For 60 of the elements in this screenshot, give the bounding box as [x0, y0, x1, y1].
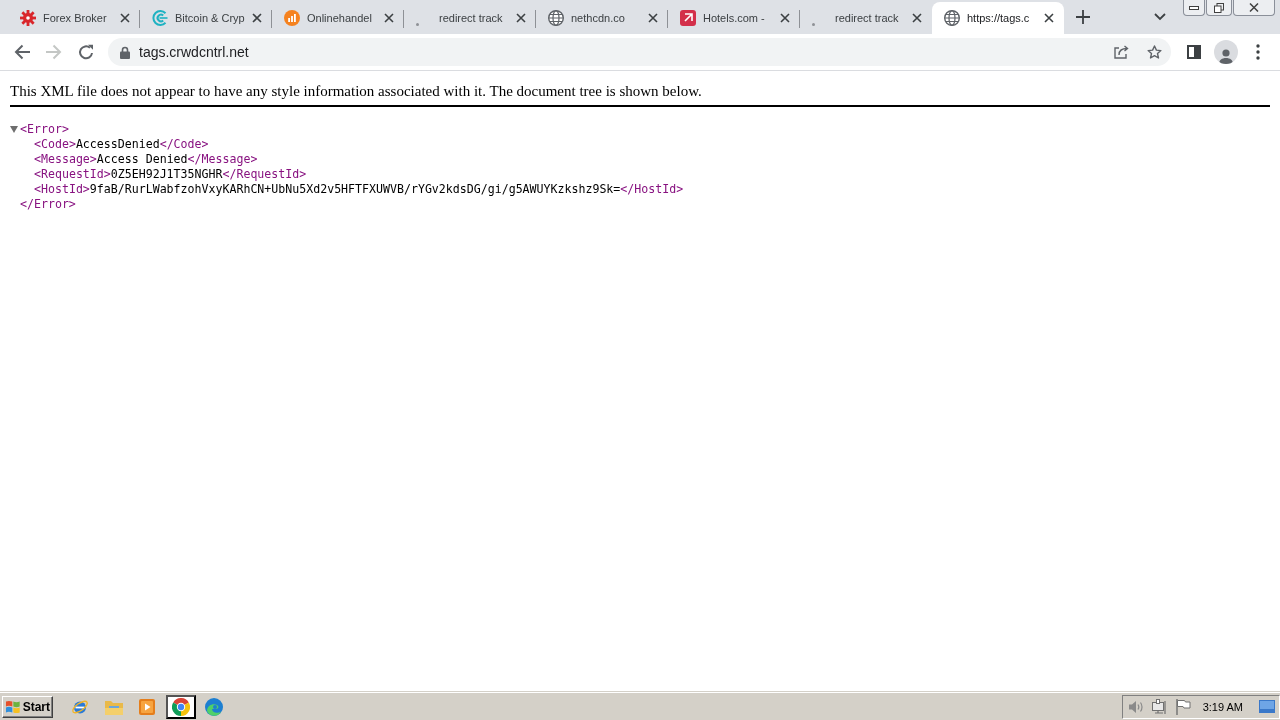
close-icon[interactable] [780, 13, 790, 23]
globe-icon [944, 10, 960, 26]
globe-icon [548, 10, 564, 26]
close-icon[interactable] [648, 13, 658, 23]
plus-icon[interactable] [1076, 10, 1090, 24]
close-icon[interactable] [516, 13, 526, 23]
network-icon[interactable] [1151, 698, 1168, 715]
browser-tab[interactable]: redirect track [800, 2, 932, 34]
xml-element-line: <Code>AccessDenied</Code> [34, 137, 209, 152]
xml-tag: </Error> [20, 197, 76, 212]
play-icon [139, 698, 155, 715]
arc-logo-icon [152, 10, 168, 26]
browser-tab[interactable]: https://tags.c [932, 2, 1064, 34]
browser-tab[interactable]: Onlinehandel [272, 2, 404, 34]
color-wheel-icon [171, 697, 190, 716]
side-panel-icon[interactable] [1187, 45, 1201, 59]
start-button[interactable]: Start [2, 695, 53, 718]
flag-logo-icon [5, 699, 21, 714]
browser-tab[interactable]: nethcdn.co [536, 2, 668, 34]
xml-element-line: <HostId>9faB/RurLWabfzohVxyKARhCN+UbNu5Xd2v5HFTFXUWVB/rYGv2kdsDG/gi/g5AWUYKzkshz9Sk=</HostId> [34, 182, 684, 197]
square-logo-icon [680, 10, 696, 26]
xml-element-line: <RequestId>0Z5EH92J1T35NGHR</RequestId> [34, 167, 307, 182]
address-bar[interactable]: tags.crwdcntrl.net [108, 38, 1171, 66]
share-icon[interactable] [1114, 45, 1129, 59]
close-icon[interactable] [252, 13, 262, 23]
star-icon[interactable] [1147, 44, 1162, 60]
xml-style-notice: This XML file does not appear to have any style information associated with it. The document tree is shown below. [10, 82, 703, 100]
xml-tag: <Error> [20, 122, 69, 137]
folder-icon [104, 698, 123, 715]
minimize-icon [1189, 5, 1199, 10]
browser-tab[interactable]: Forex Broker [8, 2, 140, 34]
gear-icon [20, 10, 36, 26]
menu-icon[interactable] [1256, 44, 1260, 60]
browser-tab[interactable]: redirect track [404, 2, 536, 34]
minimize-button[interactable] [1183, 0, 1205, 16]
bar-chart-icon [284, 10, 300, 26]
url-text: tags.crwdcntrl.net [139, 44, 249, 60]
close-icon[interactable] [120, 13, 130, 23]
browser-tab[interactable]: Bitcoin & Cryp [140, 2, 272, 34]
close-icon[interactable] [912, 13, 922, 23]
browser-tab[interactable]: Hotels.com - [668, 2, 800, 34]
close-icon[interactable] [1044, 13, 1054, 23]
dot-icon [416, 23, 419, 26]
chevron-down-icon[interactable] [1154, 13, 1166, 21]
restore-icon [1214, 2, 1224, 13]
close-window-button[interactable] [1233, 0, 1275, 16]
clock-time: 3:19 AM [1202, 700, 1243, 713]
profile-icon[interactable] [1214, 40, 1238, 64]
dot-icon [812, 23, 815, 26]
flag-icon[interactable] [1175, 698, 1191, 715]
lock-icon [120, 45, 130, 59]
reload-icon[interactable] [78, 44, 94, 60]
swirl-icon [205, 697, 223, 716]
xml-element-line: <Message>Access Denied</Message> [34, 152, 258, 167]
taskbar-button[interactable] [165, 694, 196, 719]
expand-triangle-icon[interactable] [10, 126, 18, 133]
back-arrow-icon[interactable] [14, 44, 30, 60]
close-icon[interactable] [384, 13, 394, 23]
close-icon [1249, 3, 1259, 12]
restore-button[interactable] [1206, 0, 1232, 16]
